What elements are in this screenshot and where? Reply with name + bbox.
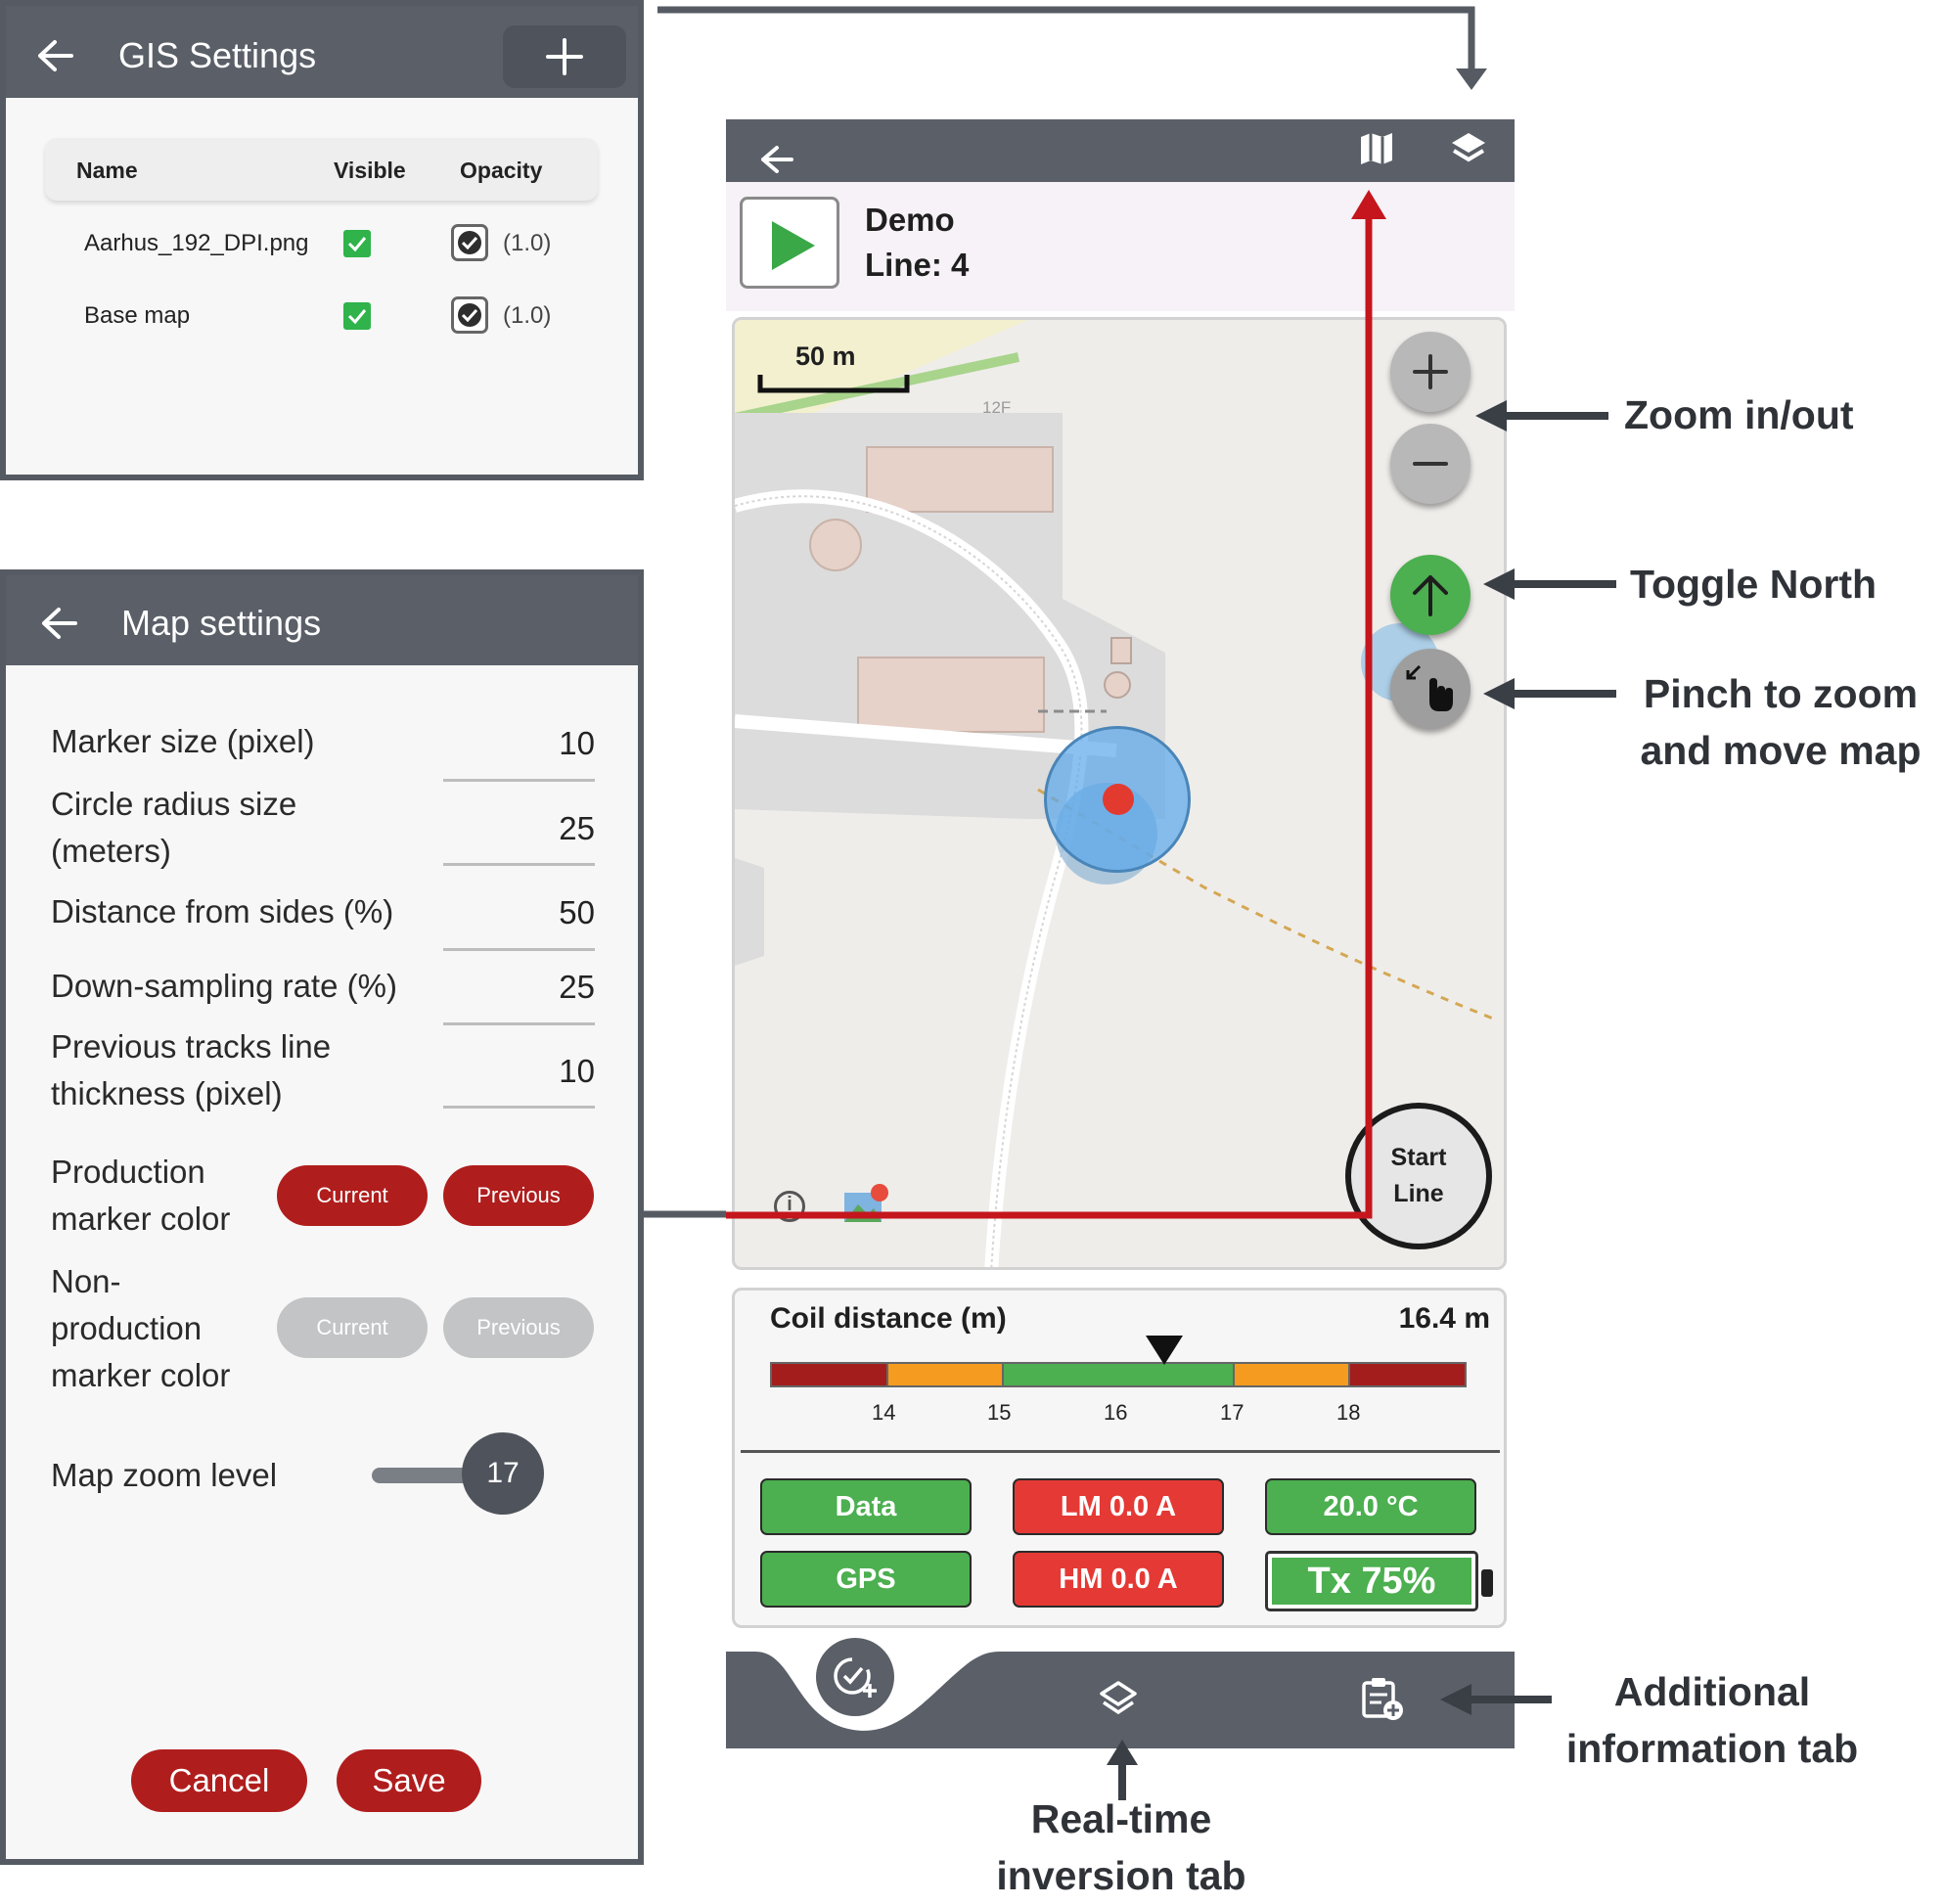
- zoom-annotation: Zoom in/out: [1624, 392, 1854, 437]
- annotation-arrows: [726, 190, 1616, 1800]
- realtime-inversion-annotation: Real-time inversion tab: [996, 1796, 1246, 1898]
- additional-info-annotation: Additional information tab: [1565, 1669, 1859, 1771]
- pinch-annotation: Pinch to zoom and move map: [1640, 671, 1922, 773]
- north-annotation: Toggle North: [1630, 562, 1878, 607]
